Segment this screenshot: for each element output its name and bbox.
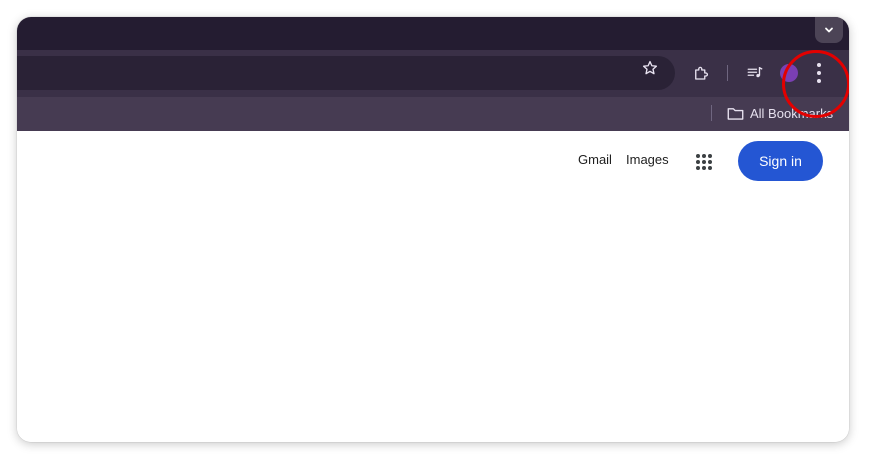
bookmarks-separator xyxy=(711,105,712,121)
media-controls-button[interactable] xyxy=(741,59,769,87)
browser-window: All Bookmarks Gmail Images Sign in xyxy=(17,17,849,442)
tab-search-button[interactable] xyxy=(815,17,843,43)
media-controls-icon xyxy=(747,67,763,78)
sign-in-button[interactable]: Sign in xyxy=(738,141,823,181)
google-apps-button[interactable] xyxy=(691,149,717,175)
more-vertical-icon xyxy=(817,63,821,83)
folder-icon xyxy=(727,107,744,120)
puzzle-icon xyxy=(695,66,708,80)
all-bookmarks-button[interactable]: All Bookmarks xyxy=(727,103,833,123)
browser-toolbar xyxy=(17,50,849,97)
toolbar-separator xyxy=(727,65,728,81)
page-content: Gmail Images Sign in xyxy=(17,131,849,442)
gmail-link[interactable]: Gmail xyxy=(578,152,612,167)
extensions-button[interactable] xyxy=(687,59,715,87)
all-bookmarks-label: All Bookmarks xyxy=(750,105,834,121)
chevron-down-icon xyxy=(825,27,833,33)
star-icon xyxy=(642,60,658,75)
tab-strip xyxy=(17,17,849,50)
bookmark-star-button[interactable] xyxy=(637,55,663,81)
browser-menu-button[interactable] xyxy=(805,59,833,87)
images-link[interactable]: Images xyxy=(626,152,669,167)
apps-grid-icon xyxy=(696,154,712,170)
profile-avatar[interactable] xyxy=(780,64,798,82)
address-bar[interactable] xyxy=(17,56,675,90)
bookmarks-bar: All Bookmarks xyxy=(17,97,849,131)
